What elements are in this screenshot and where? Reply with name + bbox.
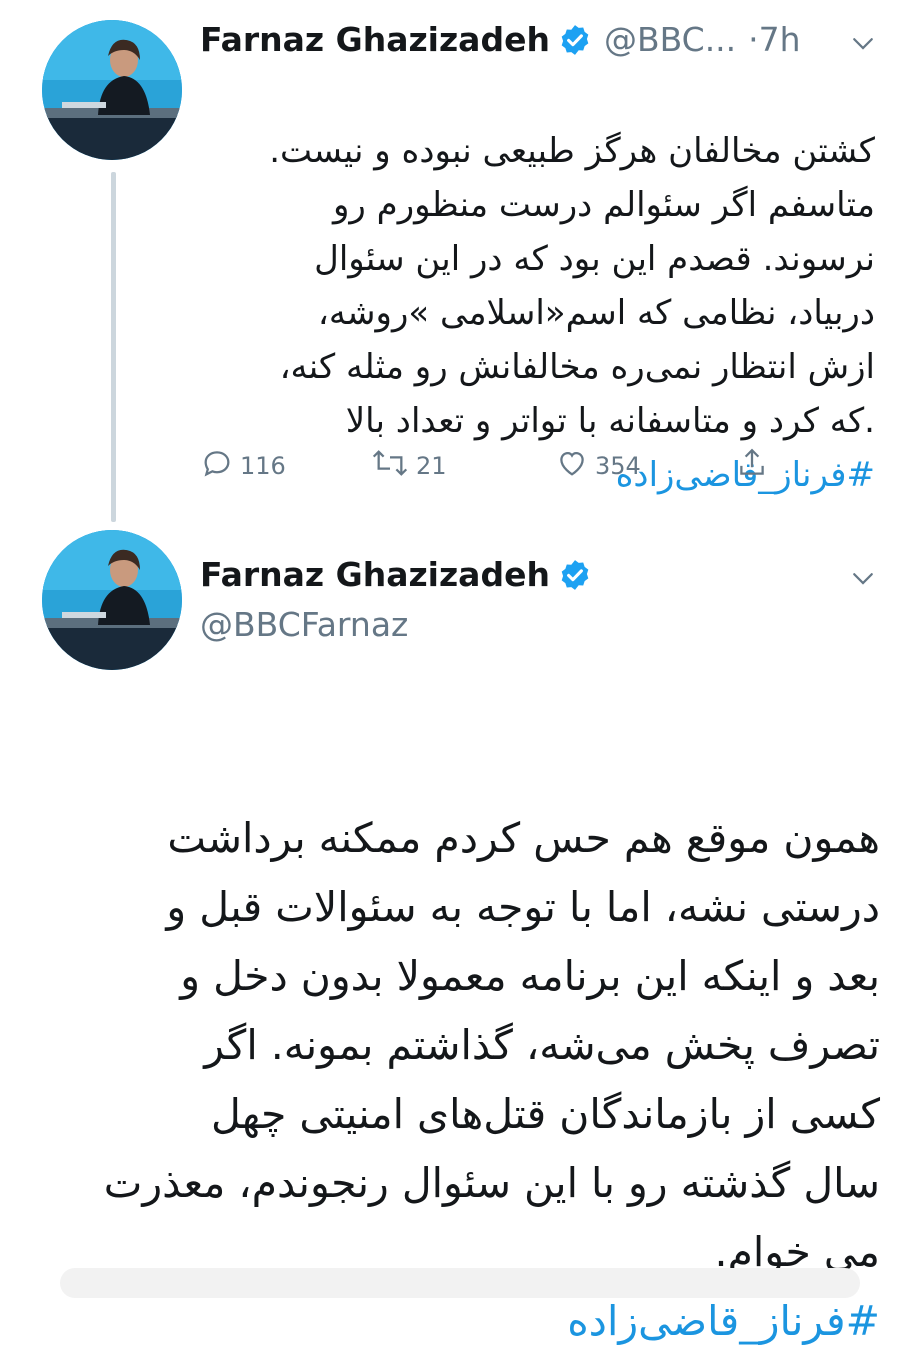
retweet-count: 21: [416, 452, 447, 480]
chevron-down-icon[interactable]: [848, 28, 878, 58]
retweet-icon: [370, 446, 416, 486]
timestamp[interactable]: ·7h: [748, 20, 800, 59]
avatar[interactable]: [42, 530, 182, 670]
reply-composer-bar[interactable]: [60, 1268, 860, 1298]
share-icon: [735, 446, 775, 486]
display-name[interactable]: Farnaz Ghazizadeh: [200, 555, 550, 594]
verified-badge-icon: [558, 558, 592, 592]
chevron-down-icon[interactable]: [848, 563, 878, 593]
display-name[interactable]: Farnaz Ghazizadeh: [200, 20, 550, 59]
tweet-body: همون موقع هم حس کردم ممکنه برداشت درستی …: [103, 814, 880, 1276]
thread-line: [111, 172, 116, 522]
retweet-button[interactable]: 21: [370, 446, 447, 486]
tweet-text: همون موقع هم حس کردم ممکنه برداشت درستی …: [40, 735, 880, 1356]
like-icon: [555, 446, 595, 486]
verified-badge-icon: [558, 23, 592, 57]
tweet-body: کشتن مخالفان هرگز طبیعی نبوده و نیست. مت…: [269, 131, 875, 441]
handle[interactable]: @BBC...: [604, 20, 736, 59]
hashtag-link[interactable]: #فرناز_قاضی‌زاده: [567, 1297, 880, 1345]
avatar[interactable]: [42, 20, 182, 160]
tweet-header: Farnaz Ghazizadeh: [200, 555, 592, 594]
share-button[interactable]: [735, 446, 775, 486]
like-count: 354: [595, 452, 641, 480]
reply-icon: [200, 446, 240, 486]
like-button[interactable]: 354: [555, 446, 641, 486]
handle[interactable]: @BBCFarnaz: [200, 605, 408, 644]
tweet-actions: 116 21 354: [200, 446, 780, 486]
reply-count: 116: [240, 452, 286, 480]
tweet-header: Farnaz Ghazizadeh @BBC... ·7h: [200, 20, 801, 59]
reply-button[interactable]: 116: [200, 446, 286, 486]
